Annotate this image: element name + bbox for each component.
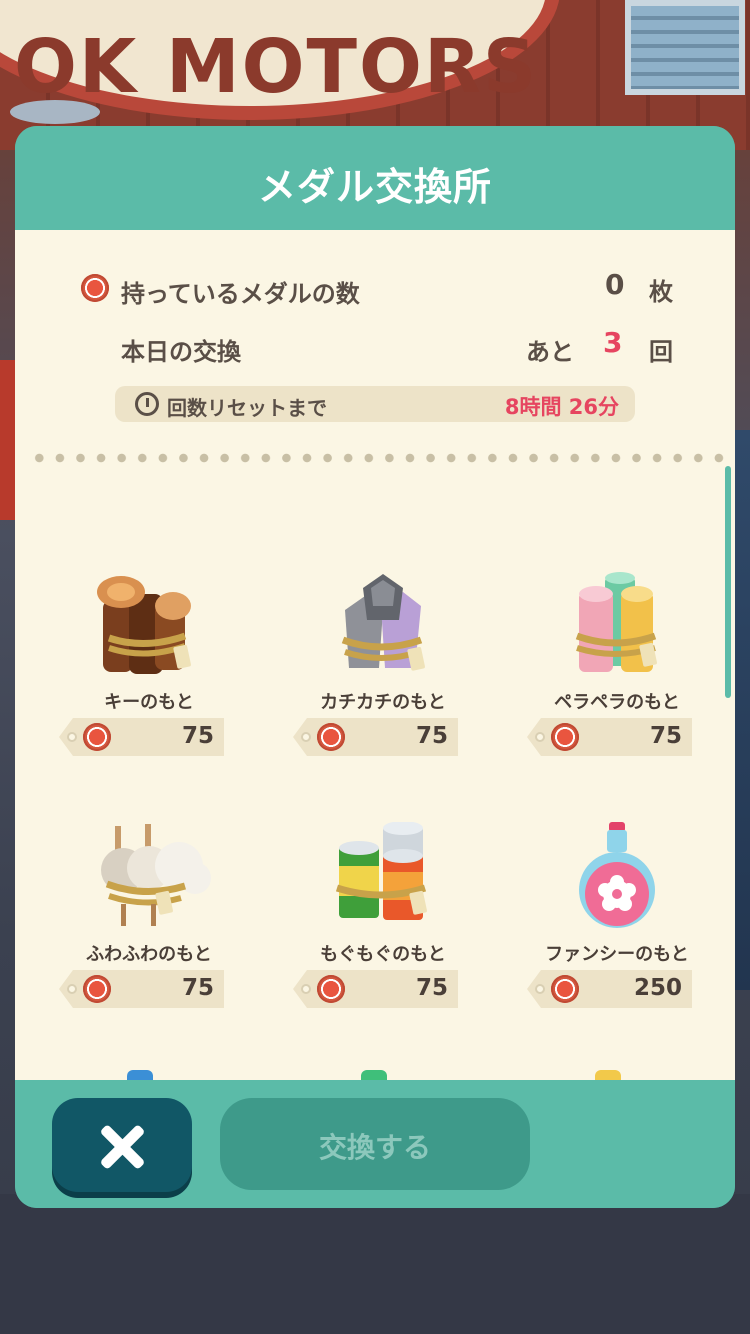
price-tag: 75 <box>293 970 458 1008</box>
exchange-button[interactable]: 交換する <box>220 1098 530 1190</box>
tag-hole <box>301 984 311 994</box>
paper-rolls-icon <box>575 572 657 672</box>
item-card[interactable]: ふわふわのもと 75 <box>59 822 239 1022</box>
daily-exchange-label: 本日の交換 <box>121 338 241 366</box>
reset-timer-bar: 回数リセットまで 8時間 26分 <box>115 386 635 422</box>
item-price: 75 <box>181 723 214 749</box>
tag-hole <box>67 984 77 994</box>
medal-count-row: 持っているメダルの数 0 枚 <box>15 268 735 308</box>
item-card[interactable]: キーのもと 75 <box>59 570 239 770</box>
daily-exchange-remaining: 3 <box>603 326 623 359</box>
price-tag: 250 <box>527 970 692 1008</box>
next-item-peek <box>595 1070 621 1080</box>
item-card[interactable]: カチカチのもと 75 <box>293 570 473 770</box>
tag-hole <box>301 732 311 742</box>
item-price: 75 <box>181 975 214 1001</box>
close-icon <box>98 1122 146 1170</box>
daily-exchange-prefix: あと <box>526 338 574 366</box>
tag-hole <box>67 732 77 742</box>
stone-crystals-icon <box>341 574 425 671</box>
medal-count-unit: 枚 <box>649 278 673 306</box>
price-tag: 75 <box>527 718 692 756</box>
dialog-body[interactable]: 持っているメダルの数 0 枚 本日の交換 あと 3 回 回数リセットまで 8時間… <box>15 230 735 1080</box>
medal-count-label: 持っているメダルの数 <box>121 280 360 308</box>
item-price: 75 <box>415 975 448 1001</box>
item-name: キーのもと <box>104 692 194 713</box>
canned-food-icon <box>335 822 427 920</box>
price-tag: 75 <box>59 718 224 756</box>
medal-icon <box>81 274 109 302</box>
medal-icon <box>317 975 345 1003</box>
price-tag: 75 <box>59 970 224 1008</box>
daily-exchange-row: 本日の交換 あと 3 回 <box>15 326 735 366</box>
price-tag: 75 <box>293 718 458 756</box>
tag-hole <box>535 732 545 742</box>
medal-icon <box>83 723 111 751</box>
medal-icon <box>551 975 579 1003</box>
item-price: 250 <box>633 975 682 1001</box>
reset-timer-label: 回数リセットまで <box>167 396 327 420</box>
close-button[interactable] <box>52 1098 192 1192</box>
item-card[interactable]: もぐもぐのもと 75 <box>293 822 473 1022</box>
item-price: 75 <box>649 723 682 749</box>
item-price: 75 <box>415 723 448 749</box>
dialog-footer: 交換する <box>15 1080 735 1208</box>
medal-icon <box>551 723 579 751</box>
medal-exchange-dialog: メダル交換所 持っているメダルの数 0 枚 本日の交換 あと 3 回 回数リセッ… <box>15 126 735 1208</box>
scrollbar-thumb[interactable] <box>725 466 731 698</box>
tag-hole <box>535 984 545 994</box>
wood-logs-icon <box>97 576 191 674</box>
garage-window <box>625 0 745 95</box>
next-item-peek <box>127 1070 153 1080</box>
road <box>0 1194 750 1334</box>
wool-cotton-icon <box>101 824 211 926</box>
motors-sign-text: OK MOTORS <box>14 24 539 110</box>
item-card[interactable]: ファンシーのもと 250 <box>527 822 707 1022</box>
dialog-header: メダル交換所 <box>15 126 735 230</box>
dialog-title: メダル交換所 <box>257 165 492 209</box>
item-card[interactable]: ペラペラのもと 75 <box>527 570 707 770</box>
medal-count-value: 0 <box>605 268 625 301</box>
dotted-divider <box>29 452 729 464</box>
item-name: ふわふわのもと <box>86 944 212 965</box>
item-name: もぐもぐのもと <box>320 944 446 965</box>
pink-potion-icon <box>579 822 655 928</box>
item-name: ペラペラのもと <box>554 692 680 713</box>
timer-icon <box>135 392 159 416</box>
item-name: カチカチのもと <box>320 692 446 713</box>
item-name: ファンシーのもと <box>545 944 689 965</box>
lamp <box>10 100 100 124</box>
reset-timer-value: 8時間 26分 <box>504 395 619 419</box>
medal-icon <box>83 975 111 1003</box>
medal-icon <box>317 723 345 751</box>
daily-exchange-unit: 回 <box>649 338 673 366</box>
exchange-button-label: 交換する <box>318 1131 431 1164</box>
next-item-peek <box>361 1070 387 1080</box>
